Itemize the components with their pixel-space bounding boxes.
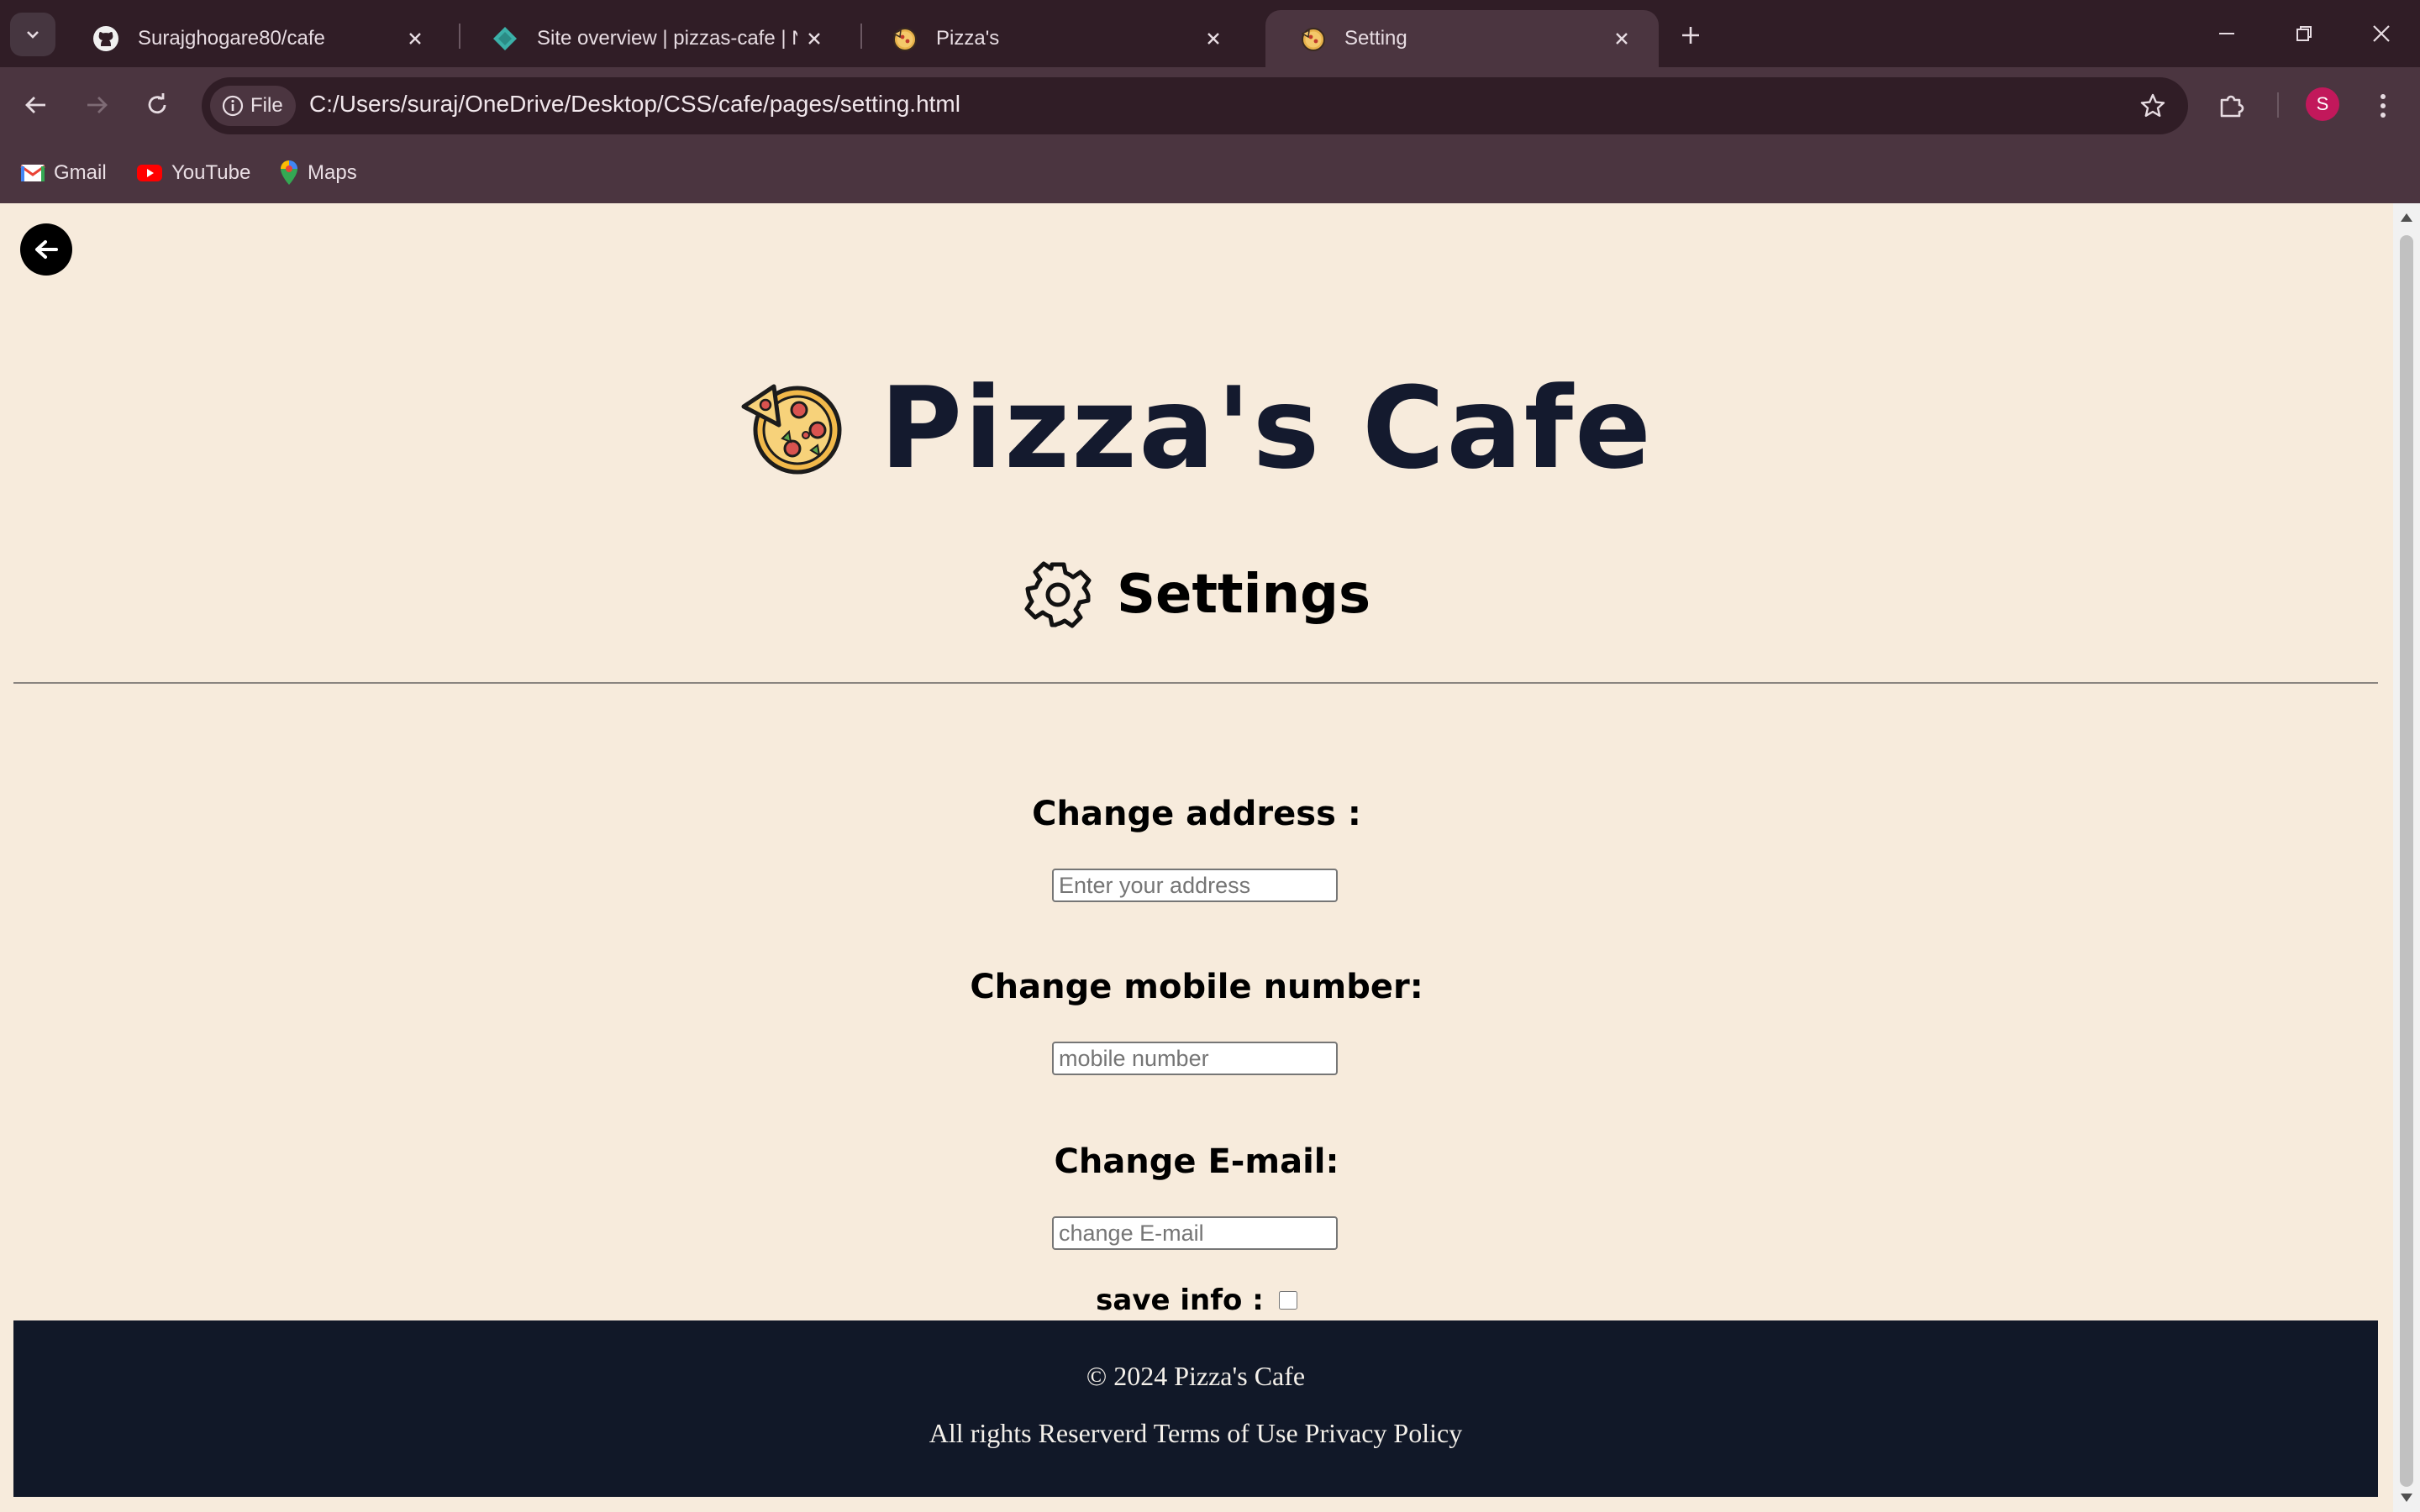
address-input[interactable]: [1052, 869, 1338, 902]
page-footer: © 2024 Pizza's Cafe All rights Reserverd…: [13, 1320, 2378, 1497]
minimize-icon: [2219, 33, 2234, 34]
tab-strip: Surajghogare80/cafe Site overview | pizz…: [0, 0, 2420, 67]
github-icon: [93, 26, 118, 51]
tab-netlify[interactable]: Site overview | pizzas-cafe | Netlify: [458, 10, 851, 67]
netlify-icon: [493, 27, 517, 50]
browser-toolbar: File C:/Users/suraj/OneDrive/Desktop/CSS…: [0, 67, 2420, 143]
bookmark-youtube[interactable]: YouTube: [136, 158, 250, 188]
bookmarks-bar: Gmail YouTube Maps: [0, 143, 2420, 203]
bookmark-maps[interactable]: Maps: [279, 158, 357, 188]
brand-header: Pizza's Cafe: [0, 363, 2393, 494]
arrow-right-icon: [87, 97, 108, 113]
plus-icon: [1682, 27, 1699, 44]
reload-button[interactable]: [138, 86, 176, 124]
profile-avatar[interactable]: S: [2306, 87, 2339, 121]
arrow-left-icon: [35, 240, 58, 259]
browser-menu-button[interactable]: [2363, 86, 2403, 126]
restore-icon: [2296, 26, 2312, 41]
chevron-down-icon: [27, 31, 39, 39]
back-link-button[interactable]: [20, 223, 72, 276]
chip-label: File: [250, 94, 283, 117]
bookmark-label: Gmail: [54, 161, 107, 184]
mobile-label: Change mobile number:: [970, 968, 1423, 1006]
new-tab-button[interactable]: [1672, 17, 1709, 54]
bookmark-star-button[interactable]: [2136, 89, 2170, 123]
close-icon[interactable]: [1605, 22, 1639, 55]
pizza-logo-icon: [741, 384, 842, 475]
address-bar[interactable]: File C:/Users/suraj/OneDrive/Desktop/CSS…: [202, 77, 2188, 134]
brand-title: Pizza's Cafe: [880, 363, 1653, 494]
minimize-button[interactable]: [2202, 12, 2252, 55]
page-viewport: Pizza's Cafe Settings Change address : C…: [0, 203, 2393, 1512]
scroll-down-arrow-icon[interactable]: [2401, 1494, 2412, 1502]
pizza-icon: [1301, 28, 1325, 51]
youtube-icon: [137, 165, 162, 181]
forward-button[interactable]: [77, 86, 116, 124]
reload-icon: [148, 93, 166, 114]
page-scrollbar[interactable]: [2393, 203, 2420, 1512]
scroll-up-arrow-icon[interactable]: [2401, 213, 2412, 222]
pizza-icon: [892, 28, 917, 51]
close-window-button[interactable]: [2356, 12, 2407, 55]
tab-title: Surajghogare80/cafe: [138, 27, 325, 50]
mobile-input[interactable]: [1052, 1042, 1338, 1075]
tab-pizzas[interactable]: Pizza's: [857, 10, 1250, 67]
puzzle-icon: [2220, 95, 2244, 118]
bookmark-label: YouTube: [171, 161, 251, 184]
tab-title: Setting: [1344, 27, 1407, 50]
more-vertical-icon: [2381, 94, 2386, 118]
email-input[interactable]: [1052, 1216, 1338, 1250]
extensions-button[interactable]: [2212, 86, 2252, 126]
header-divider: [13, 682, 2378, 684]
footer-rights: All rights Reserverd Terms of Use Privac…: [929, 1418, 1463, 1448]
save-info-label: save info :: [1096, 1284, 1264, 1317]
close-icon[interactable]: [398, 22, 432, 55]
tab-title: Pizza's: [936, 27, 1000, 50]
close-icon: [2373, 25, 2390, 42]
email-label: Change E-mail:: [1054, 1142, 1339, 1181]
arrow-left-icon: [25, 97, 45, 113]
footer-copyright: © 2024 Pizza's Cafe: [1086, 1361, 1306, 1391]
back-button[interactable]: [17, 86, 55, 124]
maps-icon: [281, 160, 297, 185]
scroll-thumb[interactable]: [2400, 235, 2413, 1487]
address-label: Change address :: [1032, 795, 1361, 833]
tab-setting[interactable]: Setting: [1265, 10, 1659, 67]
close-icon[interactable]: [797, 22, 831, 55]
toolbar-separator: [2277, 92, 2279, 118]
gmail-icon: [20, 165, 45, 181]
site-info-chip[interactable]: File: [210, 86, 296, 126]
gear-icon: [1024, 561, 1092, 628]
settings-heading: Settings: [0, 559, 2393, 630]
url-text[interactable]: C:/Users/suraj/OneDrive/Desktop/CSS/cafe…: [309, 91, 960, 118]
bookmark-gmail[interactable]: Gmail: [20, 158, 107, 188]
save-info-checkbox[interactable]: [1278, 1291, 1297, 1310]
restore-button[interactable]: [2279, 12, 2329, 55]
tab-github[interactable]: Surajghogare80/cafe: [59, 10, 452, 67]
info-icon: [222, 95, 244, 117]
tab-search-button[interactable]: [10, 13, 55, 56]
star-icon: [2140, 93, 2165, 117]
close-icon[interactable]: [1197, 22, 1230, 55]
tab-title: Site overview | pizzas-cafe | Netlify: [537, 27, 797, 50]
save-info-row: save info :: [0, 1284, 2393, 1317]
bookmark-label: Maps: [308, 161, 357, 184]
page-title: Settings: [1116, 564, 1371, 626]
